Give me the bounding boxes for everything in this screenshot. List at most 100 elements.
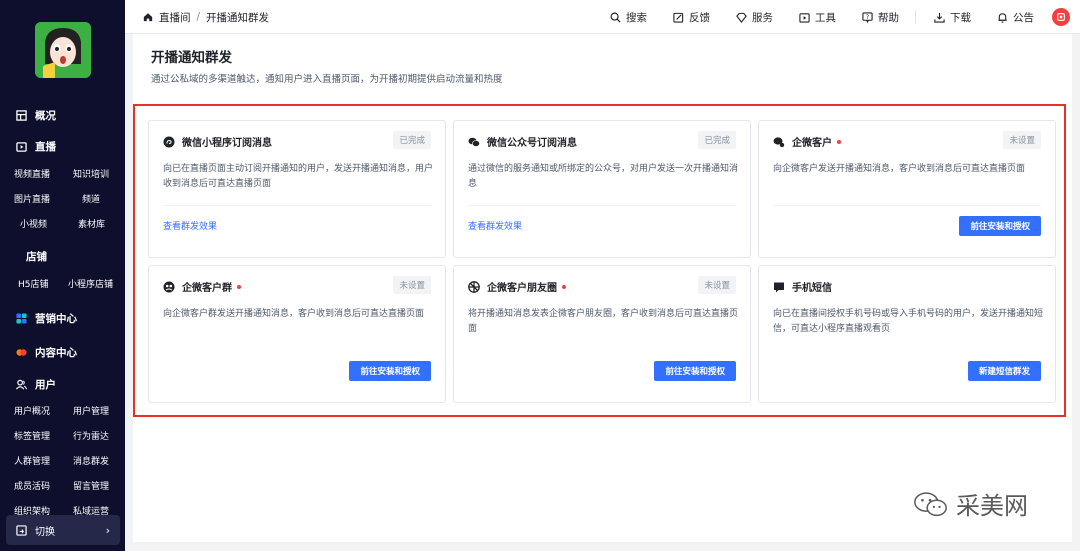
nav-message-broadcast[interactable]: 消息群发 bbox=[73, 454, 109, 467]
group-icon bbox=[163, 281, 175, 292]
status-badge: 未设置 bbox=[698, 276, 736, 294]
main-panel: 开播通知群发 通过公私域的多渠道触达，通知用户进入直播页面，为开播初期提供启动流… bbox=[133, 34, 1072, 542]
install-authorize-button[interactable]: 前往安装和授权 bbox=[654, 361, 736, 381]
help-label: 帮助 bbox=[878, 11, 899, 24]
view-results-link[interactable]: 查看群发效果 bbox=[468, 219, 522, 232]
marketing-icon bbox=[16, 313, 27, 324]
nav-training[interactable]: 知识培训 bbox=[73, 167, 109, 180]
topbar: 直播间 / 开播通知群发 搜索 反馈 服务 工具 ? 帮助 下载 公告 bbox=[125, 0, 1080, 34]
required-dot bbox=[237, 284, 241, 289]
moments-icon bbox=[468, 280, 480, 293]
card-header: 企微客户 bbox=[773, 134, 841, 149]
nav-marketing[interactable]: 营销中心 bbox=[16, 311, 77, 326]
nav-overview[interactable]: 概况 bbox=[16, 108, 56, 123]
nav-content[interactable]: 内容中心 bbox=[16, 345, 77, 360]
new-sms-broadcast-button[interactable]: 新建短信群发 bbox=[967, 361, 1041, 381]
status-badge: 未设置 bbox=[1003, 131, 1041, 149]
view-results-link[interactable]: 查看群发效果 bbox=[163, 219, 217, 232]
switch-button[interactable]: 切换 › bbox=[6, 515, 120, 545]
card-description: 向已在直播页面主动订阅开播通知的用户，发送开播通知消息，用户收到消息后可直达直播… bbox=[163, 164, 434, 189]
nav-image-live[interactable]: 图片直播 bbox=[14, 192, 50, 205]
card-description: 通过微信的服务通知或所绑定的公众号，对用户发送一次开播通知消息 bbox=[468, 164, 739, 189]
service-button[interactable]: 服务 bbox=[736, 10, 773, 25]
tools-label: 工具 bbox=[815, 11, 836, 24]
install-authorize-button[interactable]: 前往安装和授权 bbox=[349, 361, 431, 381]
nav-comment-management[interactable]: 留言管理 bbox=[73, 479, 109, 492]
card-divider bbox=[468, 205, 736, 206]
page-title: 开播通知群发 bbox=[151, 50, 232, 66]
page-description: 通过公私域的多渠道触达，通知用户进入直播页面，为开播初期提供启动流量和热度 bbox=[151, 74, 503, 85]
switch-icon bbox=[16, 524, 27, 536]
card-description: 向企微客户群发送开播通知消息，客户收到消息后可直达直播页面 bbox=[163, 309, 425, 319]
nav-mini-store[interactable]: 小程序店铺 bbox=[68, 277, 113, 290]
card-divider bbox=[163, 205, 431, 206]
watermark-text: 采美网 bbox=[956, 492, 1028, 520]
announcement-label: 公告 bbox=[1013, 11, 1034, 24]
wechat-watermark-icon bbox=[914, 491, 947, 516]
nav-h5-store[interactable]: H5店铺 bbox=[18, 277, 49, 290]
avatar[interactable] bbox=[35, 22, 91, 78]
card-mini-program: 微信小程序订阅消息 已完成 向已在直播页面主动订阅开播通知的用户，发送开播通知消… bbox=[148, 120, 446, 258]
card-description: 向已在直播间授权手机号码或导入手机号码的用户，发送开播通知短信，可直达小程序直播… bbox=[773, 309, 1044, 334]
card-divider bbox=[773, 205, 1041, 206]
nav-live[interactable]: 直播 bbox=[16, 139, 56, 154]
nav-users[interactable]: 用户 bbox=[16, 377, 56, 392]
nav-short-video[interactable]: 小视频 bbox=[20, 217, 47, 230]
search-button[interactable]: 搜索 bbox=[610, 10, 647, 25]
profile-glyph-icon bbox=[1057, 13, 1065, 21]
help-button[interactable]: ? 帮助 bbox=[862, 10, 899, 25]
card-description: 将开播通知消息发表企微客户朋友圈，客户收到消息后可直达直播页面 bbox=[468, 309, 739, 334]
nav-video-live[interactable]: 视频直播 bbox=[14, 167, 50, 180]
mini-program-icon bbox=[163, 136, 175, 147]
users-icon bbox=[16, 379, 27, 390]
nav-crowd-management[interactable]: 人群管理 bbox=[14, 454, 50, 467]
feedback-label: 反馈 bbox=[689, 11, 710, 24]
nav-user-management[interactable]: 用户管理 bbox=[73, 404, 109, 417]
card-header: 手机短信 bbox=[773, 279, 832, 294]
service-label: 服务 bbox=[752, 11, 773, 24]
required-dot bbox=[562, 284, 566, 289]
announcement-button[interactable]: 公告 bbox=[997, 10, 1034, 25]
card-description: 向企微客户发送开播通知消息，客户收到消息后可直达直播页面 bbox=[773, 164, 1026, 174]
download-button[interactable]: 下载 bbox=[934, 10, 971, 25]
profile-badge-icon[interactable] bbox=[1052, 8, 1070, 26]
search-label: 搜索 bbox=[626, 11, 647, 24]
nav-marketing-label: 营销中心 bbox=[35, 313, 77, 325]
tools-button[interactable]: 工具 bbox=[799, 10, 836, 25]
nav-behavior-radar[interactable]: 行为雷达 bbox=[73, 429, 109, 442]
nav-users-label: 用户 bbox=[35, 379, 56, 391]
status-badge: 已完成 bbox=[393, 131, 431, 149]
nav-channel[interactable]: 频道 bbox=[82, 192, 100, 205]
card-wecom-customer: 企微客户 未设置 向企微客户发送开播通知消息，客户收到消息后可直达直播页面 前往… bbox=[758, 120, 1056, 258]
card-title: 企微客户群 bbox=[182, 283, 232, 294]
watermark: 采美网 bbox=[912, 486, 1028, 521]
card-sms: 手机短信 向已在直播间授权手机号码或导入手机号码的用户，发送开播通知短信，可直达… bbox=[758, 265, 1056, 403]
required-dot bbox=[837, 139, 841, 144]
card-header: 企微客户群 bbox=[163, 279, 241, 294]
nav-overview-label: 概况 bbox=[35, 110, 56, 122]
diamond-icon bbox=[736, 12, 747, 23]
nav-tag-management[interactable]: 标签管理 bbox=[14, 429, 50, 442]
breadcrumb-current: 开播通知群发 bbox=[206, 11, 270, 24]
status-badge: 已完成 bbox=[698, 131, 736, 149]
status-badge: 未设置 bbox=[393, 276, 431, 294]
breadcrumb-separator: / bbox=[196, 11, 201, 23]
nav-user-overview[interactable]: 用户概况 bbox=[14, 404, 50, 417]
card-header: 微信小程序订阅消息 bbox=[163, 134, 272, 149]
edit-icon bbox=[673, 12, 684, 23]
nav-live-label: 直播 bbox=[35, 141, 56, 153]
nav-materials[interactable]: 素材库 bbox=[78, 217, 105, 230]
card-title: 微信公众号订阅消息 bbox=[487, 138, 577, 149]
nav-member-code[interactable]: 成员活码 bbox=[14, 479, 50, 492]
card-official-account: 微信公众号订阅消息 已完成 通过微信的服务通知或所绑定的公众号，对用户发送一次开… bbox=[453, 120, 751, 258]
sidebar: 概况 直播 视频直播 知识培训 图片直播 频道 小视频 素材库 店铺 H5店铺 … bbox=[0, 0, 125, 551]
breadcrumb-live-room[interactable]: 直播间 bbox=[159, 10, 191, 25]
download-icon bbox=[934, 12, 945, 23]
dashboard-icon bbox=[16, 110, 27, 121]
highlight-frame: 微信小程序订阅消息 已完成 向已在直播页面主动订阅开播通知的用户，发送开播通知消… bbox=[133, 104, 1066, 417]
nav-store[interactable]: 店铺 bbox=[16, 249, 47, 264]
feedback-button[interactable]: 反馈 bbox=[673, 10, 710, 25]
card-title: 微信小程序订阅消息 bbox=[182, 138, 272, 149]
card-title: 企微客户朋友圈 bbox=[487, 283, 557, 294]
install-authorize-button[interactable]: 前往安装和授权 bbox=[959, 216, 1041, 236]
